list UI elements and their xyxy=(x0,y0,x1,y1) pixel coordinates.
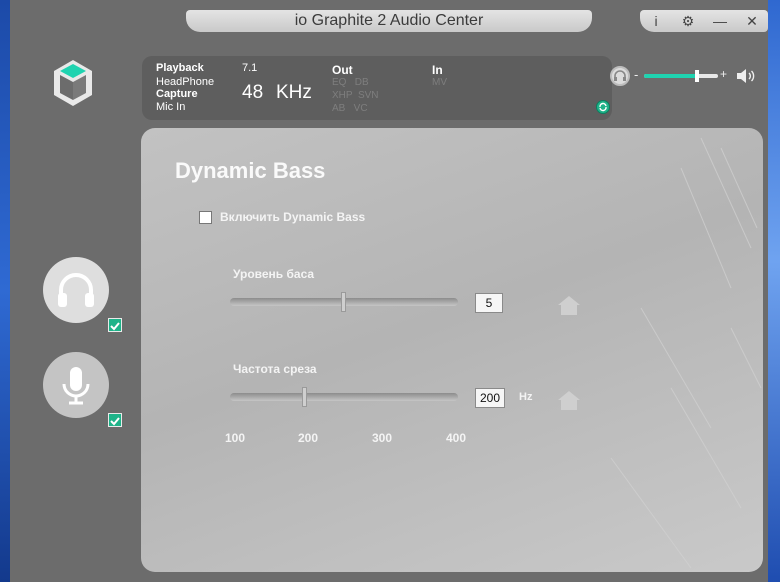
bass-level-reset-home-icon[interactable] xyxy=(557,294,581,316)
cutoff-tick-100: 100 xyxy=(225,431,246,445)
dynamic-bass-panel: Dynamic Bass Включить Dynamic Bass Урове… xyxy=(141,128,763,572)
out-features-row3: AB VC xyxy=(332,103,368,114)
app-logo-icon xyxy=(54,60,92,106)
cutoff-frequency-value[interactable]: 200 xyxy=(475,388,505,408)
playback-label: Playback xyxy=(156,62,204,74)
cutoff-frequency-slider-thumb[interactable] xyxy=(302,387,308,407)
gear-icon[interactable]: ⚙ xyxy=(676,13,700,30)
cutoff-tick-300: 300 xyxy=(372,431,393,445)
volume-slider-thumb[interactable] xyxy=(695,70,700,82)
audio-center-window: io Graphite 2 Audio Center i ⚙ — ✕ Playb… xyxy=(10,0,768,582)
cutoff-reset-home-icon[interactable] xyxy=(557,389,581,411)
sample-rate-unit: KHz xyxy=(276,82,312,103)
cutoff-tick-400: 400 xyxy=(446,431,467,445)
microphone-device-button[interactable] xyxy=(43,352,109,418)
output-device-headphone-icon[interactable] xyxy=(610,66,630,86)
cutoff-frequency-unit: Hz xyxy=(519,391,533,403)
speaker-icon[interactable] xyxy=(736,68,756,84)
playback-device: HeadPhone xyxy=(156,76,215,88)
enable-dynamic-bass-row[interactable]: Включить Dynamic Bass xyxy=(199,210,365,224)
out-label: Out xyxy=(332,63,353,77)
bass-level-value[interactable]: 5 xyxy=(475,293,503,313)
minimize-icon[interactable]: — xyxy=(708,13,732,29)
desktop-background-left xyxy=(0,0,10,582)
status-panel: Playback HeadPhone Capture Mic In 7.1 48… xyxy=(142,56,612,120)
headphone-enabled-checkbox[interactable] xyxy=(108,318,122,332)
volume-minus-label: - xyxy=(634,67,639,82)
cutoff-frequency-slider[interactable] xyxy=(230,387,458,407)
headphone-icon xyxy=(58,273,94,307)
in-features-row1: MV xyxy=(432,77,447,88)
out-features-row1: EQ DB xyxy=(332,77,369,88)
microphone-enabled-checkbox[interactable] xyxy=(108,413,122,427)
volume-plus-label: + xyxy=(720,67,728,81)
volume-control: - + xyxy=(610,66,760,86)
bass-level-label: Уровень баса xyxy=(233,267,315,281)
close-icon[interactable]: ✕ xyxy=(740,13,764,30)
info-icon[interactable]: i xyxy=(644,13,668,29)
bass-level-slider-thumb[interactable] xyxy=(341,292,346,312)
capture-label: Capture xyxy=(156,88,198,100)
sample-rate-value: 48 xyxy=(242,82,264,103)
page-title: Dynamic Bass xyxy=(175,158,326,183)
out-features-row2: XHP SVN xyxy=(332,90,379,101)
headphone-device-button[interactable] xyxy=(43,257,109,323)
window-title: io Graphite 2 Audio Center xyxy=(186,10,592,32)
refresh-icon[interactable] xyxy=(596,100,610,114)
desktop-background-right xyxy=(768,0,780,582)
panel-decoration xyxy=(610,137,762,569)
in-label: In xyxy=(432,63,443,77)
window-controls: i ⚙ — ✕ xyxy=(640,10,768,32)
volume-slider-fill xyxy=(644,74,698,78)
bass-level-slider[interactable] xyxy=(230,292,458,312)
enable-dynamic-bass-label[interactable]: Включить Dynamic Bass xyxy=(220,210,365,224)
volume-slider[interactable] xyxy=(644,70,718,82)
cutoff-frequency-label: Частота среза xyxy=(233,362,317,376)
cutoff-tick-200: 200 xyxy=(298,431,319,445)
channel-config: 7.1 xyxy=(242,62,258,74)
microphone-icon xyxy=(62,367,90,405)
capture-device: Mic In xyxy=(156,101,186,113)
enable-dynamic-bass-checkbox[interactable] xyxy=(199,210,212,224)
